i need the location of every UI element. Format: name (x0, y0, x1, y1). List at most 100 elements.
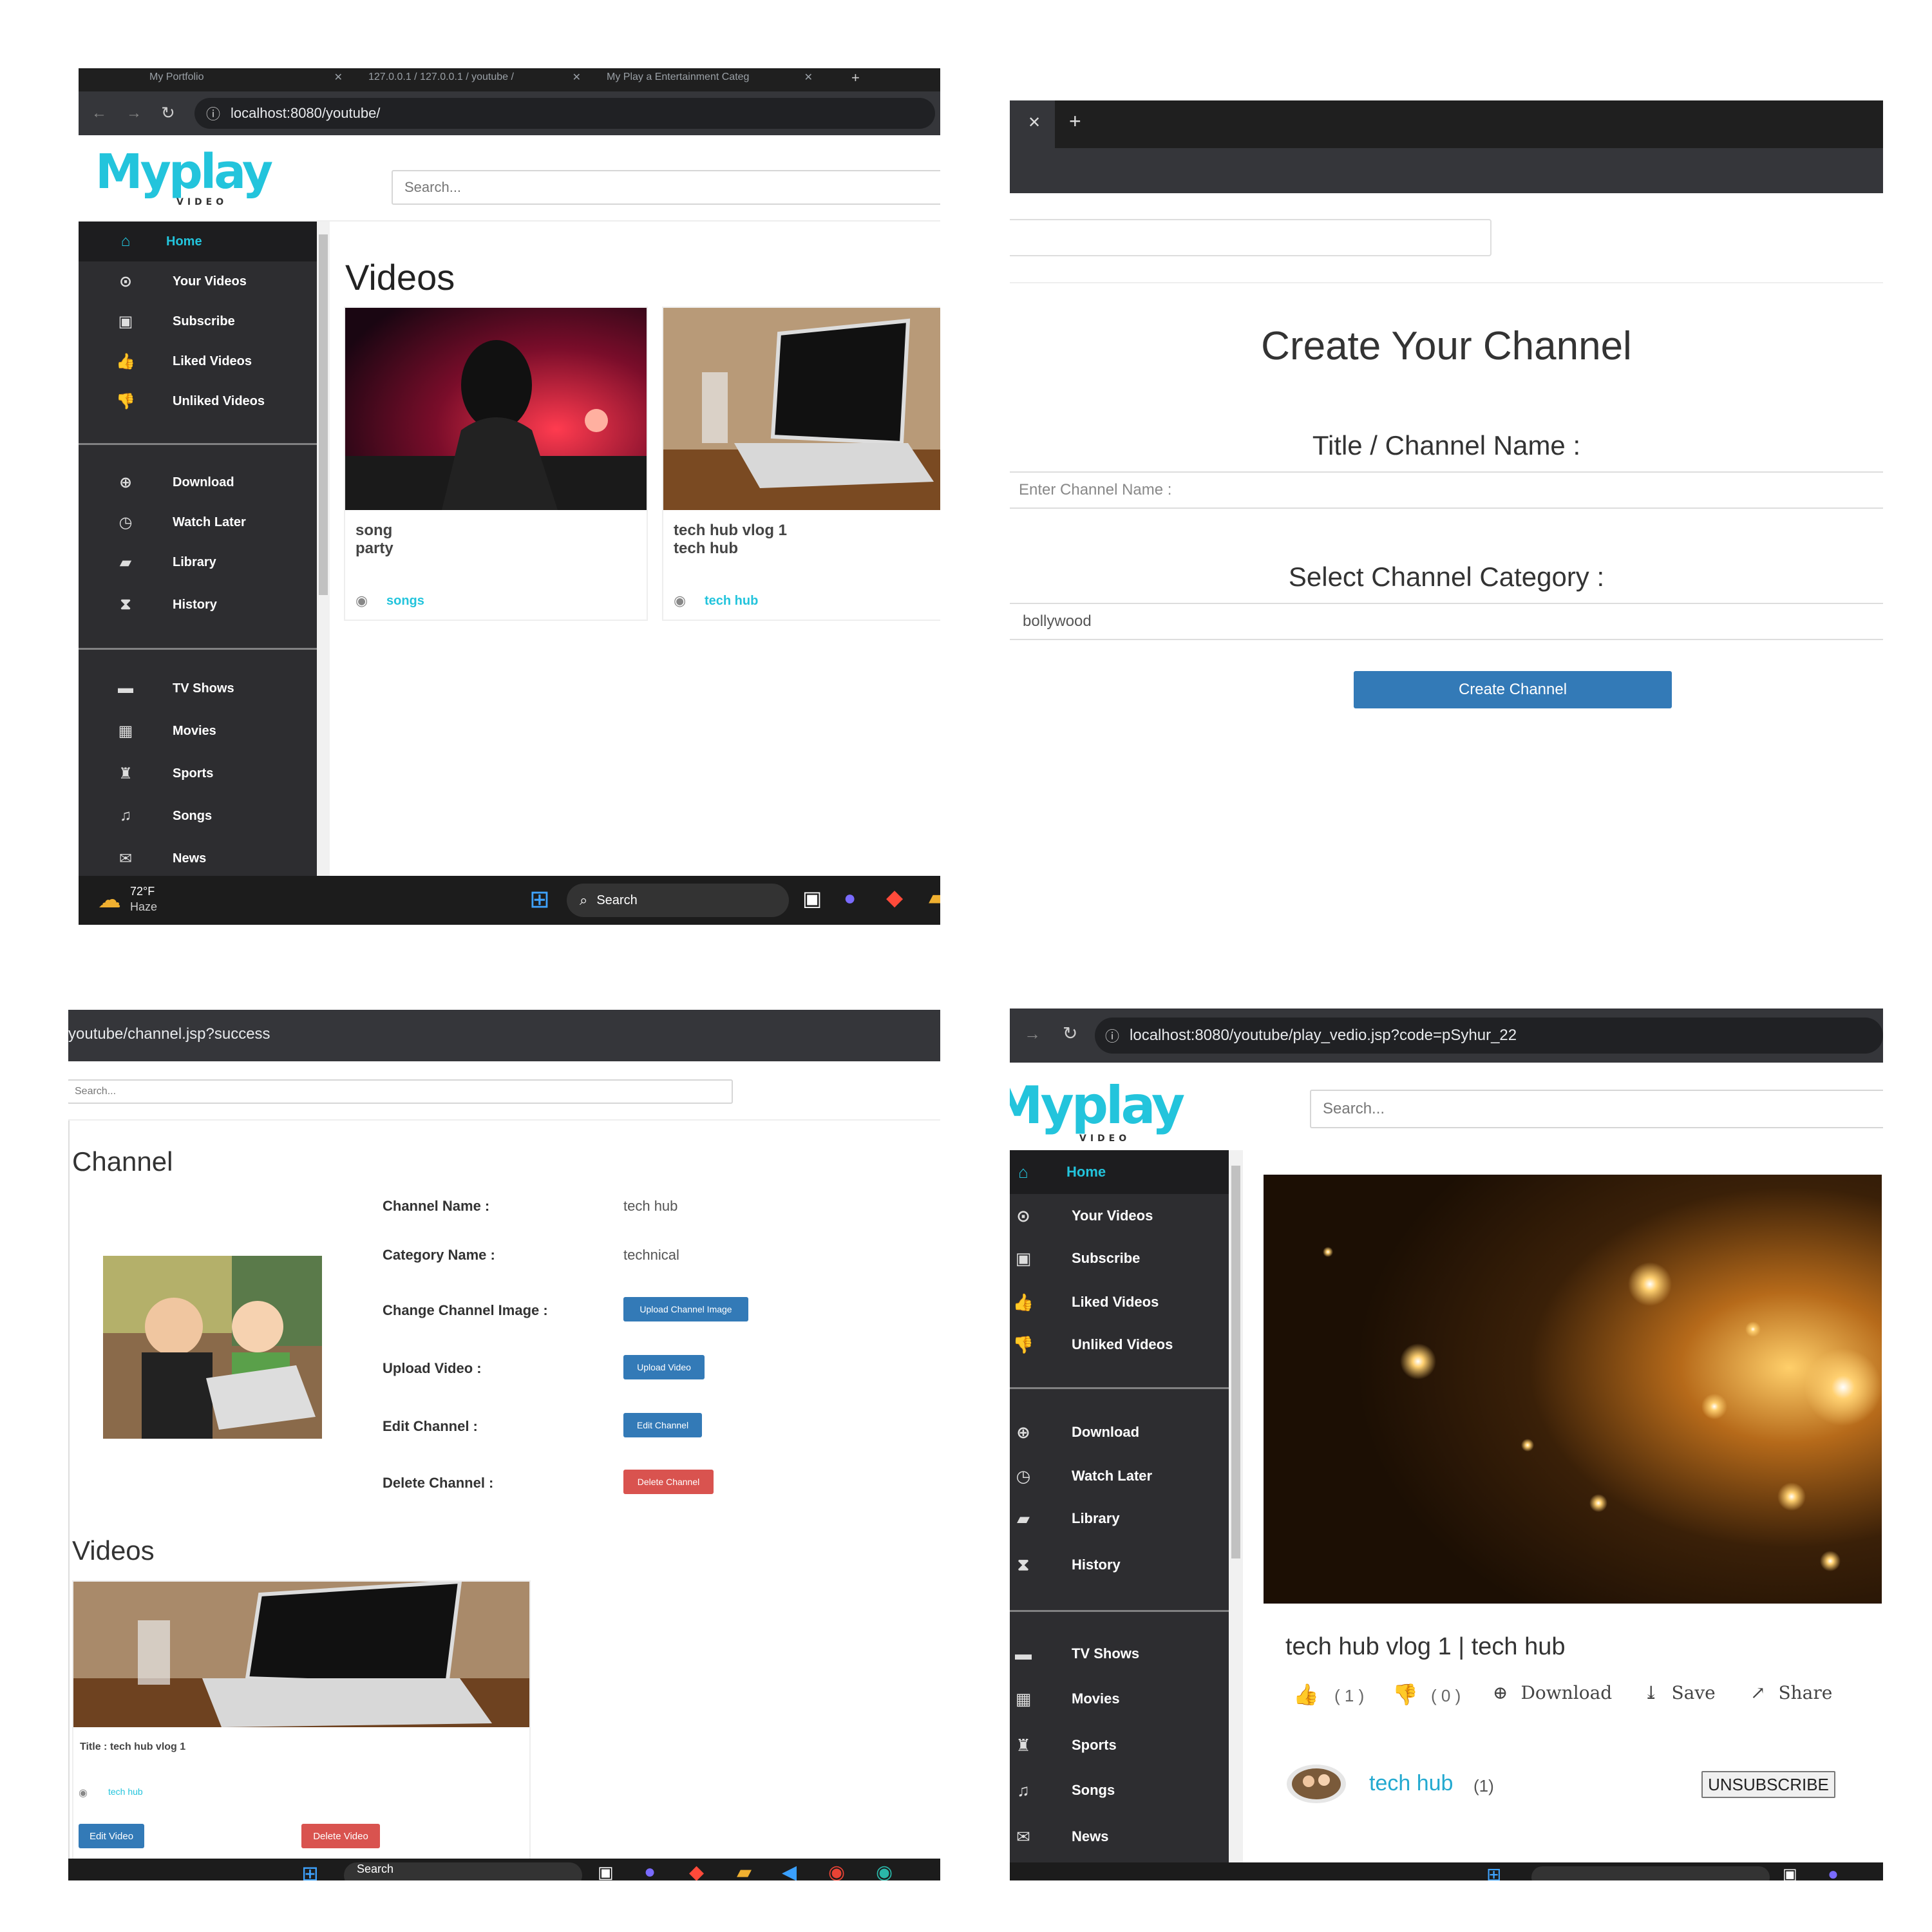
back-icon[interactable]: ← (91, 104, 107, 122)
scroll-thumb[interactable] (1231, 1166, 1240, 1558)
sidebar-item-unliked-videos[interactable]: 👎 Unliked Videos (1010, 1323, 1229, 1367)
url-field[interactable]: ⓘ localhost:8080/youtube/play_vedio.jsp?… (1095, 1018, 1883, 1054)
folder-icon[interactable]: ▰ (929, 885, 940, 911)
sidebar-item-your-videos[interactable]: ⊙ Your Videos (1010, 1194, 1229, 1238)
forward-icon[interactable]: → (1024, 1024, 1041, 1044)
app-icon[interactable]: ◆ (886, 885, 903, 911)
sidebar-item-movies[interactable]: ▦ Movies (79, 711, 317, 751)
upload-video-button[interactable]: Upload Video (623, 1355, 705, 1379)
sidebar-item-news[interactable]: ✉ News (79, 838, 317, 878)
new-tab-icon[interactable]: + (1069, 109, 1081, 133)
upload-channel-image-button[interactable]: Upload Channel Image (623, 1297, 748, 1321)
new-tab-icon[interactable]: + (851, 70, 860, 86)
sidebar-item-liked-videos[interactable]: 👍 Liked Videos (1010, 1280, 1229, 1324)
sidebar-item-home[interactable]: ⌂ Home (79, 222, 317, 261)
search-input[interactable]: Search... (68, 1079, 733, 1104)
url-field[interactable]: ⓘ localhost:8080/youtube/ (194, 98, 935, 129)
sidebar-item-home[interactable]: ⌂ Home (1010, 1150, 1229, 1194)
sidebar-item-tv-shows[interactable]: ▬ TV Shows (1010, 1632, 1229, 1676)
sidebar-item-movies[interactable]: ▦ Movies (1010, 1677, 1229, 1721)
like-icon[interactable]: 👍 (1293, 1682, 1319, 1707)
close-icon[interactable]: ✕ (804, 71, 813, 84)
header-search[interactable] (1010, 219, 1492, 256)
channel-avatar[interactable] (1285, 1763, 1347, 1804)
scrollbar[interactable] (1229, 1150, 1243, 1862)
tab-phpmyadmin[interactable]: 127.0.0.1 / 127.0.0.1 / youtube / ✕ (368, 68, 581, 86)
channel-link[interactable]: tech hub (108, 1786, 143, 1797)
taskbar-search[interactable]: Search (344, 1862, 582, 1880)
task-view-icon[interactable]: ▣ (1783, 1865, 1797, 1880)
sidebar-item-songs[interactable]: ♫ Songs (79, 796, 317, 836)
task-view-icon[interactable]: ▣ (598, 1862, 614, 1880)
tab-portfolio[interactable]: My Portfolio ✕ (149, 68, 343, 86)
channel-image[interactable] (103, 1256, 322, 1439)
sidebar-item-tv-shows[interactable]: ▬ TV Shows (79, 668, 317, 708)
folder-icon[interactable]: ▰ (737, 1861, 752, 1880)
logo[interactable]: Myplay VIDEO (1010, 1075, 1185, 1144)
meet-icon[interactable]: ● (1828, 1864, 1839, 1880)
share-button[interactable]: ↗ Share (1750, 1682, 1832, 1703)
video-title[interactable]: Title : tech hub vlog 1 (80, 1741, 185, 1753)
dislike-icon[interactable]: 👎 (1392, 1682, 1418, 1707)
close-icon[interactable]: ✕ (1028, 113, 1041, 132)
sidebar-item-download[interactable]: ⊕ Download (1010, 1410, 1229, 1454)
reload-icon[interactable]: ↻ (1063, 1023, 1077, 1044)
video-player[interactable] (1264, 1175, 1882, 1604)
sidebar-item-subscribe[interactable]: ▣ Subscribe (79, 301, 317, 341)
forward-icon[interactable]: → (126, 104, 142, 122)
sidebar-item-unliked-videos[interactable]: 👎 Unliked Videos (79, 381, 317, 421)
meet-icon[interactable]: ● (644, 1861, 656, 1880)
sidebar-item-library[interactable]: ▰ Library (1010, 1497, 1229, 1540)
taskbar-search[interactable]: ⌕ Search (567, 884, 789, 917)
sidebar-item-library[interactable]: ▰ Library (79, 542, 317, 582)
scrollbar[interactable] (317, 222, 330, 876)
create-channel-button[interactable]: Create Channel (1354, 671, 1672, 708)
sidebar-item-subscribe[interactable]: ▣ Subscribe (1010, 1236, 1229, 1280)
reload-icon[interactable]: ↻ (161, 103, 175, 123)
video-title-line1[interactable]: song (355, 522, 392, 540)
close-icon[interactable]: ✕ (334, 71, 343, 84)
video-card[interactable]: song party ◉ songs (344, 307, 648, 621)
sidebar-item-download[interactable]: ⊕ Download (79, 462, 317, 502)
sidebar-item-history[interactable]: ⧗ History (79, 585, 317, 625)
delete-video-button[interactable]: Delete Video (301, 1824, 380, 1848)
delete-channel-button[interactable]: Delete Channel (623, 1470, 714, 1494)
chrome-icon[interactable]: ◉ (828, 1861, 845, 1880)
sidebar-item-watch-later[interactable]: ◷ Watch Later (79, 502, 317, 542)
close-icon[interactable]: ✕ (573, 71, 581, 84)
video-card[interactable]: tech hub vlog 1 tech hub ◉ tech hub (662, 307, 940, 621)
sidebar-item-news[interactable]: ✉ News (1010, 1815, 1229, 1859)
download-button[interactable]: ⊕ Download (1493, 1682, 1612, 1703)
tab-myplay[interactable]: My Play a Entertainment Categ ✕ (607, 68, 813, 86)
vscode-icon[interactable]: ◀ (782, 1861, 797, 1880)
edit-video-button[interactable]: Edit Video (79, 1824, 144, 1848)
video-title-line2[interactable]: party (355, 540, 393, 558)
app-icon[interactable]: ◆ (689, 1861, 704, 1880)
search-input[interactable]: Search... (392, 170, 940, 205)
meet-icon[interactable]: ● (844, 886, 856, 910)
windows-icon[interactable]: ⊞ (529, 885, 550, 914)
video-card[interactable]: Title : tech hub vlog 1 ◉ tech hub Edit … (72, 1580, 531, 1880)
sidebar-item-history[interactable]: ⧗ History (1010, 1543, 1229, 1587)
video-title-line2[interactable]: tech hub (674, 540, 738, 558)
sidebar-item-sports[interactable]: ♜ Sports (1010, 1723, 1229, 1767)
channel-link[interactable]: tech hub (705, 594, 758, 609)
save-button[interactable]: ⤓ Save (1643, 1682, 1716, 1703)
video-thumbnail[interactable] (345, 308, 647, 510)
channel-category-select[interactable]: bollywood (1010, 603, 1883, 640)
edit-channel-button[interactable]: Edit Channel (623, 1413, 702, 1437)
sidebar-item-sports[interactable]: ♜ Sports (79, 753, 317, 793)
sidebar-item-liked-videos[interactable]: 👍 Liked Videos (79, 341, 317, 381)
windows-icon[interactable]: ⊞ (301, 1861, 319, 1880)
logo[interactable]: Myplay VIDEO (95, 144, 273, 207)
video-thumbnail[interactable] (663, 308, 940, 510)
task-view-icon[interactable]: ▣ (802, 886, 822, 911)
search-input[interactable]: Search... (1310, 1090, 1883, 1128)
channel-link[interactable]: tech hub (1369, 1771, 1453, 1796)
channel-link[interactable]: songs (386, 594, 424, 609)
sidebar-item-watch-later[interactable]: ◷ Watch Later (1010, 1454, 1229, 1498)
channel-name-input[interactable]: Enter Channel Name : (1010, 471, 1883, 509)
unsubscribe-button[interactable]: UNSUBSCRIBE (1701, 1771, 1835, 1798)
active-tab[interactable]: ✕ (1010, 100, 1055, 148)
sidebar-item-songs[interactable]: ♫ Songs (1010, 1768, 1229, 1812)
